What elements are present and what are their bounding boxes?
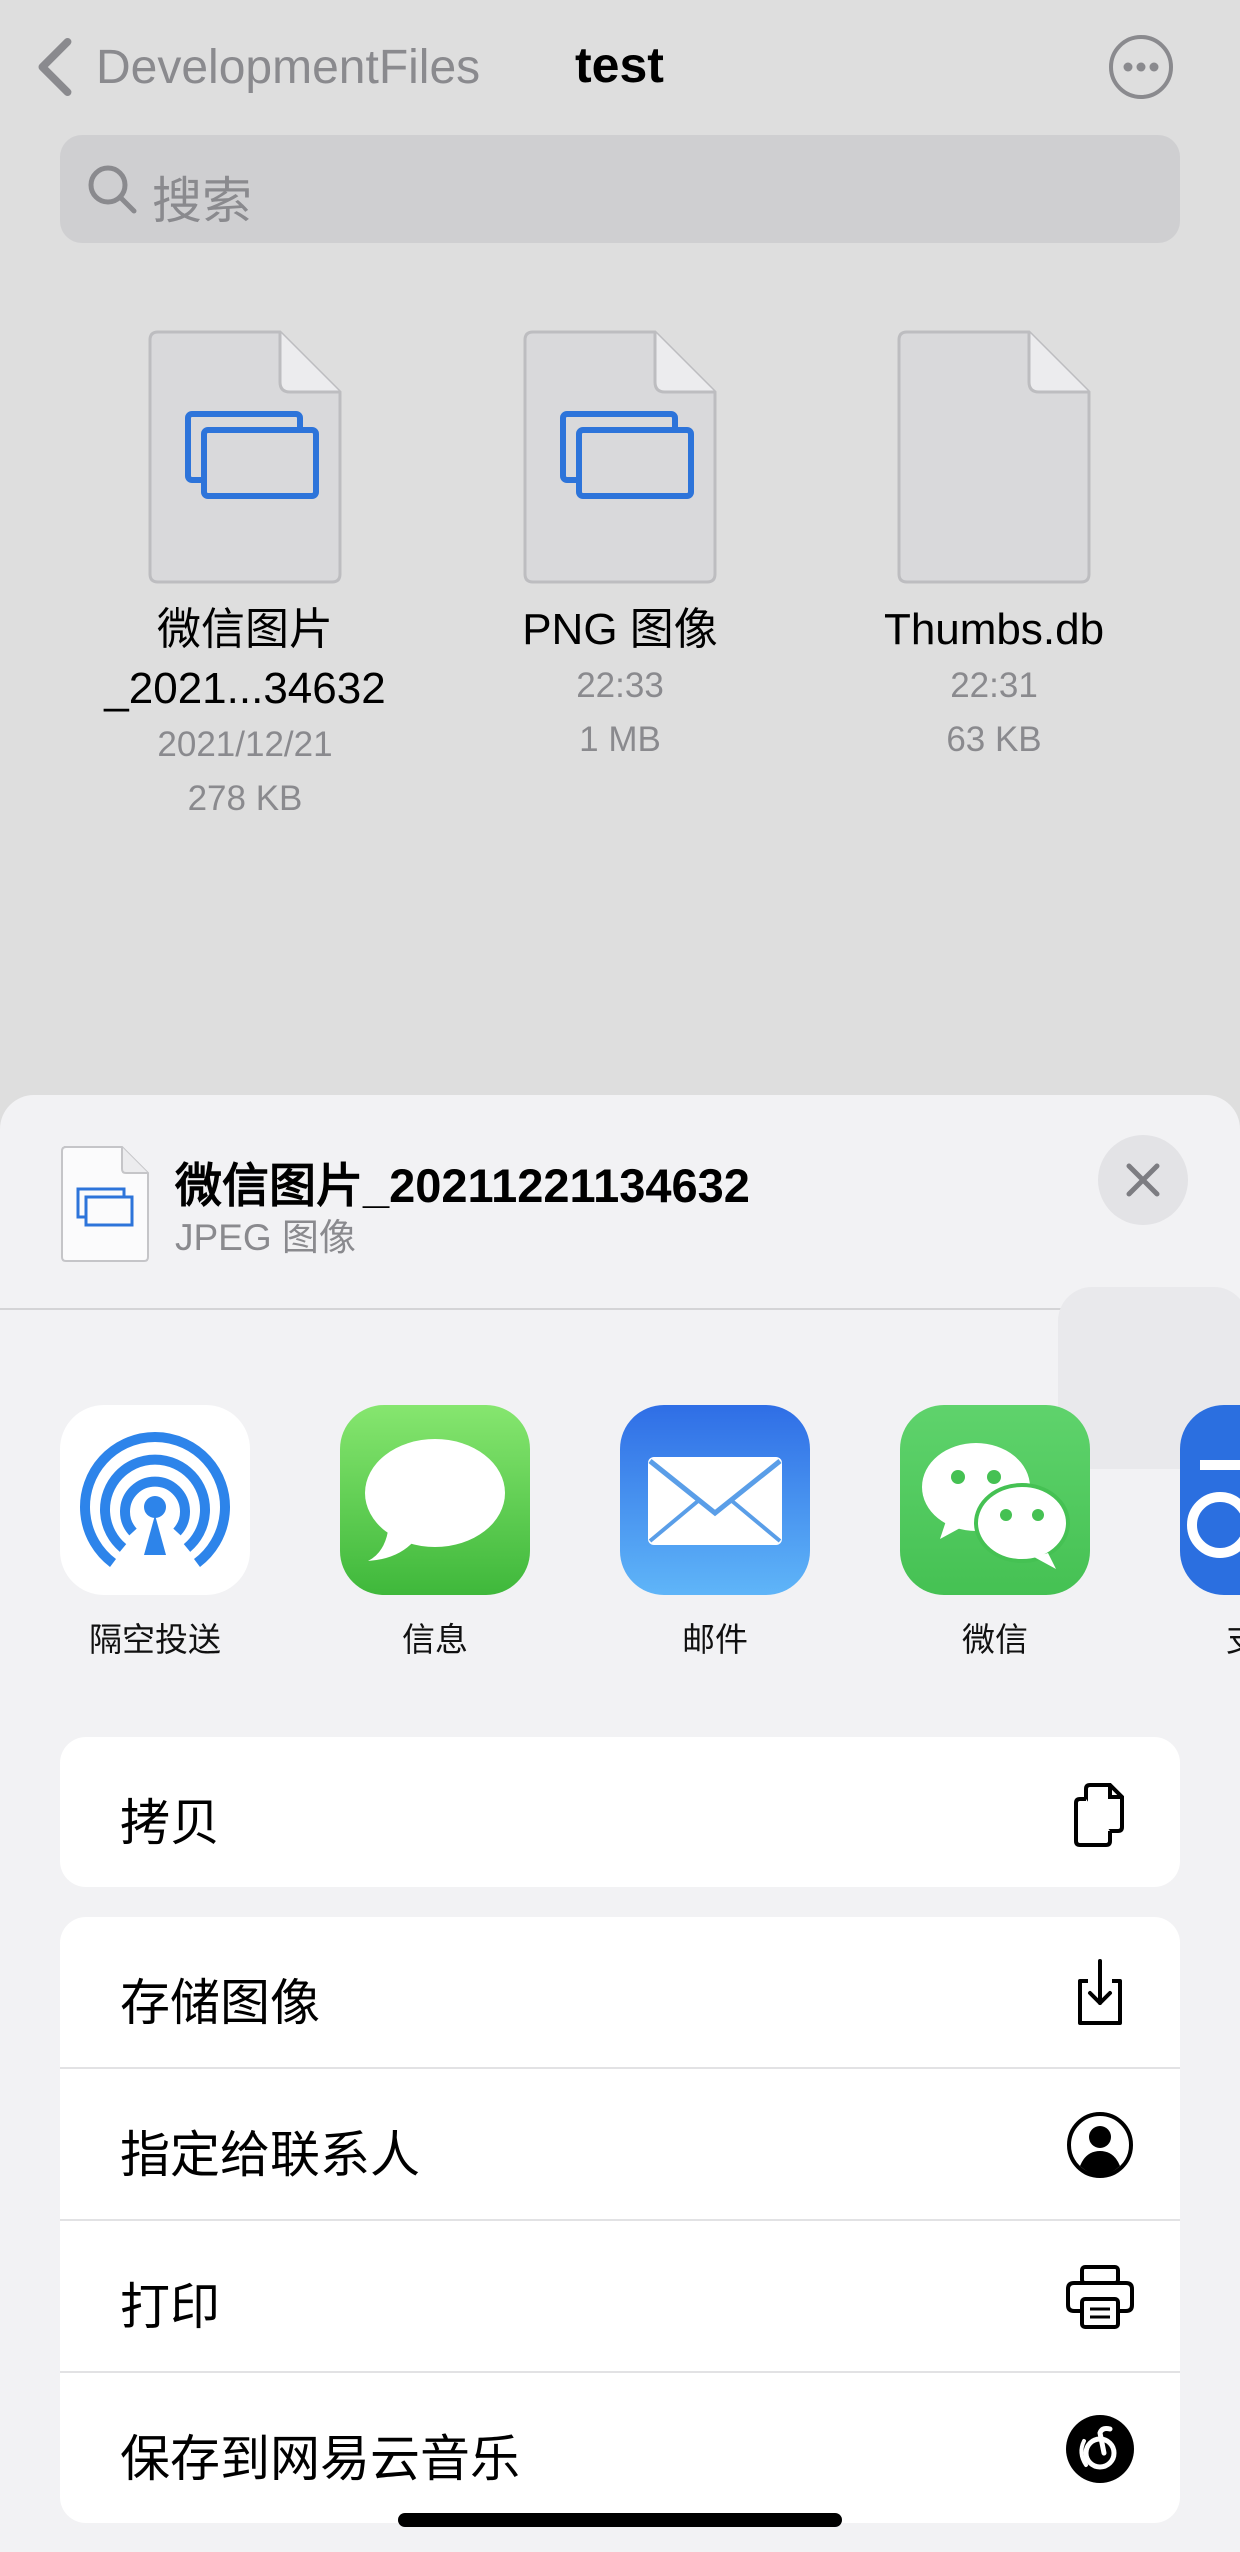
close-icon xyxy=(1126,1163,1160,1197)
file-size: 63 KB xyxy=(946,720,1042,759)
mail-icon xyxy=(620,1405,810,1595)
close-button[interactable] xyxy=(1098,1135,1188,1225)
image-document-icon xyxy=(148,330,342,584)
blank-document-icon xyxy=(897,330,1091,584)
file-size: 278 KB xyxy=(187,779,303,818)
action-label: 存储图像 xyxy=(120,1975,320,2031)
share-file-type: JPEG 图像 xyxy=(175,1217,356,1258)
share-file-title: 微信图片_20211221134632 xyxy=(175,1159,750,1212)
file-item[interactable]: PNG 图像 22:33 1 MB xyxy=(450,330,790,767)
image-document-icon xyxy=(523,330,717,584)
search-field[interactable]: 搜索 xyxy=(60,135,1180,243)
more-options-icon[interactable] xyxy=(1108,34,1174,100)
messages-icon xyxy=(340,1405,530,1595)
file-item[interactable]: Thumbs.db 22:31 63 KB xyxy=(824,330,1164,767)
action-group: 存储图像 指定给联系人 打印 保存到网易云音乐 xyxy=(60,1917,1180,2523)
share-app-partial[interactable]: 支 xyxy=(1180,1405,1240,1661)
contact-icon xyxy=(1067,2112,1133,2178)
app-label: 微信 xyxy=(962,1621,1028,1658)
file-item[interactable]: 微信图片 _2021...34632 2021/12/21 278 KB xyxy=(75,330,415,826)
share-sheet-header: 微信图片_20211221134632 JPEG 图像 xyxy=(0,1095,1240,1309)
file-name: PNG 图像 xyxy=(522,605,718,654)
action-label: 指定给联系人 xyxy=(120,2127,420,2183)
chevron-left-icon xyxy=(38,37,72,97)
home-indicator[interactable] xyxy=(398,2513,842,2527)
action-copy[interactable]: 拷贝 xyxy=(60,1737,1180,1887)
share-sheet: 微信图片_20211221134632 JPEG 图像 隔空投送 信息 邮件 微… xyxy=(0,1095,1240,2552)
printer-icon xyxy=(1066,2265,1134,2329)
app-label: 隔空投送 xyxy=(89,1621,221,1658)
airdrop-icon xyxy=(60,1405,250,1595)
navigation-bar: DevelopmentFiles test xyxy=(0,0,1240,130)
action-label: 保存到网易云音乐 xyxy=(120,2431,520,2487)
action-save-netease[interactable]: 保存到网易云音乐 xyxy=(60,2371,1180,2523)
action-print[interactable]: 打印 xyxy=(60,2219,1180,2371)
share-app-wechat[interactable]: 微信 xyxy=(900,1405,1090,1661)
save-download-icon xyxy=(1078,1959,1122,2025)
file-name: Thumbs.db xyxy=(883,605,1105,654)
search-placeholder: 搜索 xyxy=(152,173,252,229)
file-size: 1 MB xyxy=(579,720,661,759)
partial-app-icon xyxy=(1180,1405,1240,1595)
file-date: 2021/12/21 xyxy=(157,725,333,764)
share-app-airdrop[interactable]: 隔空投送 xyxy=(60,1405,250,1661)
action-label: 拷贝 xyxy=(120,1795,220,1851)
file-time: 22:33 xyxy=(576,666,664,705)
app-label: 邮件 xyxy=(682,1621,748,1658)
action-save-image[interactable]: 存储图像 xyxy=(60,1917,1180,2067)
action-assign-contact[interactable]: 指定给联系人 xyxy=(60,2067,1180,2219)
copy-icon xyxy=(1074,1783,1124,1847)
share-app-row: 隔空投送 信息 邮件 微信 xyxy=(0,1405,1240,1665)
wechat-icon xyxy=(900,1405,1090,1595)
search-icon xyxy=(88,165,137,214)
file-name-line: _2021...34632 xyxy=(104,664,386,713)
file-time: 22:31 xyxy=(950,666,1038,705)
netease-music-icon xyxy=(1066,2415,1134,2483)
app-label: 支 xyxy=(1180,1613,1240,1661)
share-app-mail[interactable]: 邮件 xyxy=(620,1405,810,1661)
share-app-messages[interactable]: 信息 xyxy=(340,1405,530,1661)
file-thumbnail-icon xyxy=(61,1146,149,1262)
file-name: 微信图片 _2021...34632 xyxy=(75,600,415,718)
back-button[interactable]: DevelopmentFiles xyxy=(34,36,480,98)
page-title: test xyxy=(575,37,664,93)
action-label: 打印 xyxy=(120,2279,220,2335)
action-group: 拷贝 xyxy=(60,1737,1180,1887)
app-label: 信息 xyxy=(402,1621,468,1658)
divider xyxy=(0,1308,1240,1310)
file-name-line: 微信图片 xyxy=(157,605,333,654)
back-label: DevelopmentFiles xyxy=(96,40,481,94)
